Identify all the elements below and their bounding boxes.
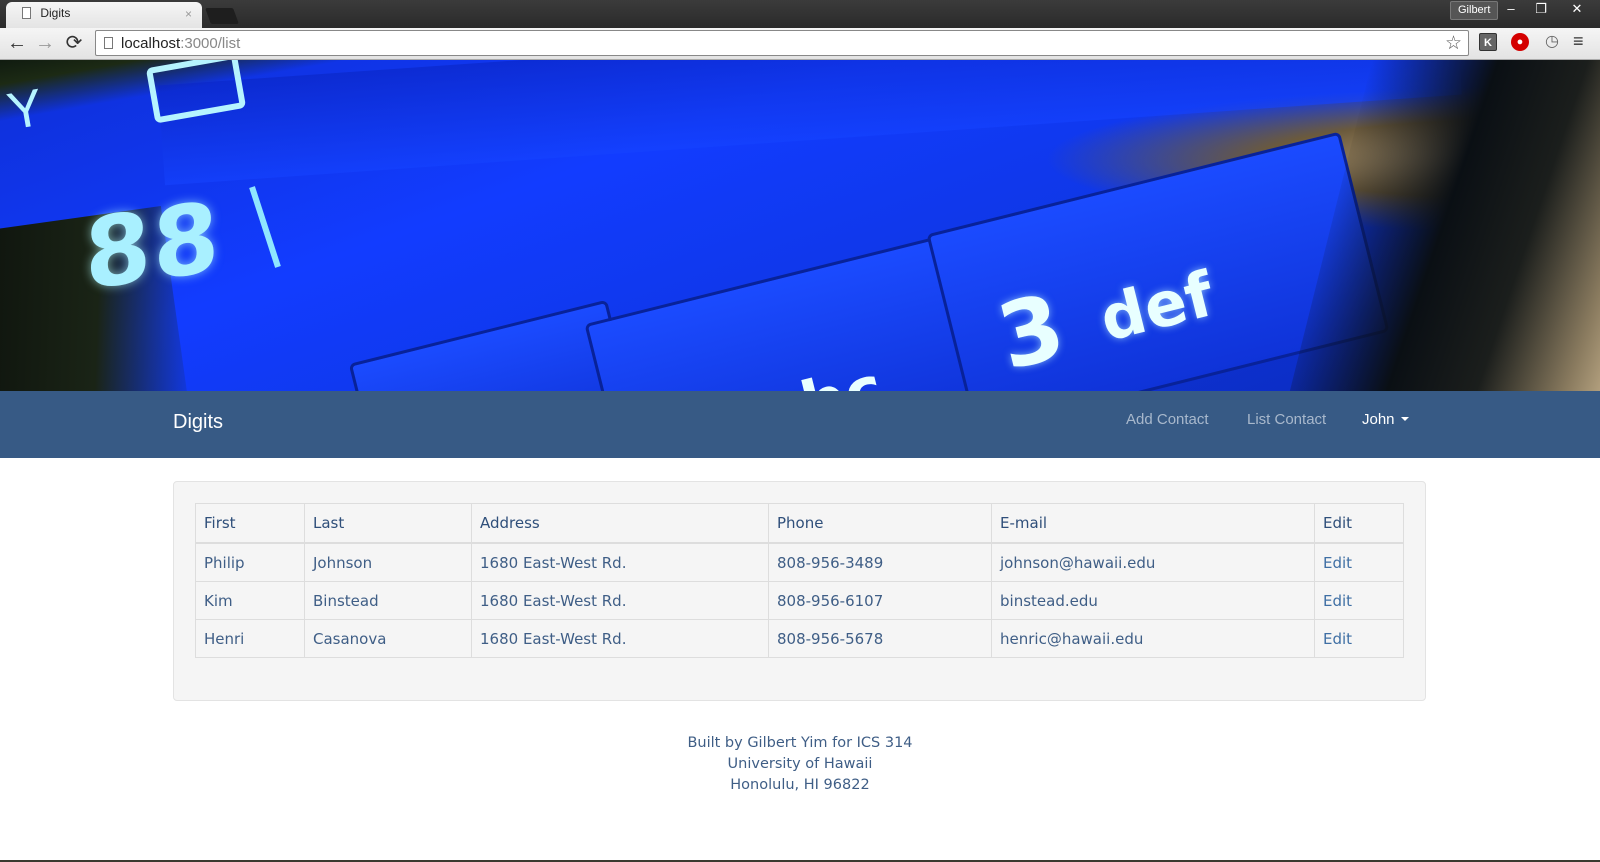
- header-address: Address: [471, 503, 769, 544]
- cell-last: Johnson: [304, 542, 472, 582]
- restore-icon[interactable]: ❐: [1528, 0, 1554, 18]
- header-email: E-mail: [991, 503, 1315, 544]
- tab-close-icon[interactable]: ×: [185, 7, 192, 21]
- signal-icon: Y: [3, 78, 48, 142]
- reload-icon[interactable]: ⟳: [62, 31, 86, 55]
- contacts-table: First Last Address Phone E-mail Edit Phi…: [195, 503, 1404, 658]
- url-path: :3000/list: [180, 35, 241, 52]
- app-navbar: Digits Add Contact List Contact John: [0, 391, 1600, 458]
- cell-email: henric@hawaii.edu: [991, 619, 1315, 658]
- address-bar[interactable]: localhost:3000/list ☆: [95, 30, 1469, 56]
- user-dropdown[interactable]: John: [1362, 411, 1409, 428]
- user-name: John: [1362, 411, 1395, 428]
- minimize-icon[interactable]: –: [1498, 0, 1524, 18]
- cell-phone: 808-956-6107: [768, 581, 992, 620]
- extension-stop-icon[interactable]: ●: [1511, 33, 1529, 51]
- browser-tab[interactable]: Digits ×: [6, 2, 202, 28]
- browser-toolbar: ← → ⟳ localhost:3000/list ☆ K ● ◷ ≡: [0, 28, 1600, 60]
- cell-last: Casanova: [304, 619, 472, 658]
- cell-phone: 808-956-3489: [768, 542, 992, 582]
- bookmark-star-icon[interactable]: ☆: [1445, 32, 1462, 55]
- table-header-row: First Last Address Phone E-mail Edit: [195, 503, 1404, 544]
- page-footer: Built by Gilbert Yim for ICS 314 Univers…: [0, 733, 1600, 796]
- brand-link[interactable]: Digits: [173, 411, 223, 434]
- table-row: Philip Johnson 1680 East-West Rd. 808-95…: [195, 542, 1404, 582]
- footer-university: University of Hawaii: [727, 756, 873, 772]
- header-first: First: [195, 503, 305, 544]
- hero-digits: 88: [82, 180, 223, 312]
- edit-link[interactable]: Edit: [1323, 554, 1352, 572]
- page-icon: [104, 37, 113, 49]
- browser-menu-icon[interactable]: ≡: [1573, 31, 1584, 52]
- edit-link[interactable]: Edit: [1323, 592, 1352, 610]
- profile-button[interactable]: Gilbert: [1450, 1, 1499, 20]
- cell-first: Philip: [195, 542, 305, 582]
- cell-edit: Edit: [1314, 542, 1404, 582]
- cell-address: 1680 East-West Rd.: [471, 542, 769, 582]
- hero-image: Y 88 2 abc 3 def: [0, 60, 1600, 391]
- forward-arrow-icon[interactable]: →: [33, 31, 57, 55]
- close-window-icon[interactable]: ✕: [1564, 0, 1590, 18]
- edit-link[interactable]: Edit: [1323, 630, 1352, 648]
- extension-clock-icon[interactable]: ◷: [1543, 33, 1561, 51]
- nav-add-contact[interactable]: Add Contact: [1126, 411, 1209, 428]
- cell-email: johnson@hawaii.edu: [991, 542, 1315, 582]
- new-tab-button[interactable]: [205, 8, 239, 24]
- cell-last: Binstead: [304, 581, 472, 620]
- header-edit: Edit: [1314, 503, 1404, 544]
- nav-list-contact[interactable]: List Contact: [1247, 411, 1326, 428]
- table-row: Kim Binstead 1680 East-West Rd. 808-956-…: [195, 581, 1404, 620]
- footer-credit: Built by Gilbert Yim for ICS 314: [687, 735, 913, 751]
- table-row: Henri Casanova 1680 East-West Rd. 808-95…: [195, 619, 1404, 658]
- cell-edit: Edit: [1314, 619, 1404, 658]
- cell-edit: Edit: [1314, 581, 1404, 620]
- caret-down-icon: [1400, 417, 1409, 421]
- cell-phone: 808-956-5678: [768, 619, 992, 658]
- cell-email: binstead.edu: [991, 581, 1315, 620]
- cell-first: Kim: [195, 581, 305, 620]
- hero-bezel: [1287, 60, 1600, 391]
- page-icon: [22, 7, 31, 19]
- footer-location: Honolulu, HI 96822: [730, 777, 870, 793]
- url-host: localhost: [121, 35, 181, 52]
- back-arrow-icon[interactable]: ←: [5, 31, 29, 55]
- tab-title: Digits: [40, 6, 71, 20]
- browser-titlebar: Digits × Gilbert – ❐ ✕: [0, 0, 1600, 28]
- cell-address: 1680 East-West Rd.: [471, 581, 769, 620]
- url-text[interactable]: localhost:3000/list: [121, 35, 240, 52]
- header-phone: Phone: [768, 503, 992, 544]
- header-last: Last: [304, 503, 472, 544]
- hero-cursor: [249, 186, 281, 268]
- cell-first: Henri: [195, 619, 305, 658]
- extension-k-icon[interactable]: K: [1479, 33, 1497, 51]
- cell-address: 1680 East-West Rd.: [471, 619, 769, 658]
